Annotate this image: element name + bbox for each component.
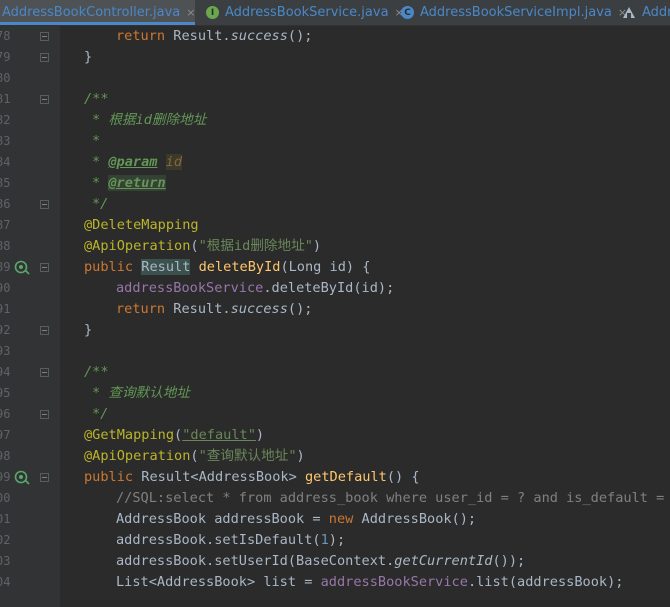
line-number: 97 [0,428,11,442]
line-number: 00 [0,491,11,505]
fold-icon[interactable] [40,473,49,482]
line-number: 98 [0,449,11,463]
line-number: 79 [0,50,11,64]
code-line: * @return [92,175,166,191]
line-number: 02 [0,533,11,547]
line-number: 95 [0,386,11,400]
interface-icon: I [206,6,219,19]
code-line: */ [92,196,109,212]
line-number: 88 [0,239,11,253]
tab-address-partial[interactable]: Addr [614,0,670,25]
class-icon: C [401,6,414,19]
line-number: 90 [0,281,11,295]
line-number: 87 [0,218,11,232]
line-number: 91 [0,302,11,316]
tab-label: Addr [642,5,670,20]
code-line: @ApiOperation("查询默认地址") [84,448,305,464]
line-number: 94 [0,365,11,379]
fold-icon[interactable] [40,410,49,419]
line-number: 03 [0,554,11,568]
line-number: 86 [0,197,11,211]
tab-address-book-controller[interactable]: AddressBookController.java × [0,0,195,25]
line-number: 01 [0,512,11,526]
code-line: /** [84,91,109,107]
code-line: //SQL:select * from address_book where u… [116,490,670,506]
editor-tab-bar: AddressBookController.java × I AddressBo… [0,0,670,26]
app-icon [622,6,636,19]
line-number: 04 [0,575,11,589]
tab-label: AddressBookController.java [2,5,181,20]
code-line: addressBook.setUserId(BaseContext.getCur… [116,553,526,569]
code-line: * @param id [92,154,183,170]
code-line: public Result<AddressBook> getDefault() … [84,469,420,485]
code-line: @DeleteMapping [84,217,199,233]
line-number: 96 [0,407,11,421]
line-number: 84 [0,155,11,169]
line-number: 89 [0,260,11,274]
code-line: public Result deleteById(Long id) { [84,259,371,275]
code-line: } [84,49,93,65]
line-number: 85 [0,176,11,190]
code-line: @ApiOperation("根据id删除地址") [84,238,322,254]
tab-label: AddressBookServiceImpl.java [420,5,612,20]
line-number: 82 [0,113,11,127]
tab-address-book-service[interactable]: I AddressBookService.java × [198,0,404,25]
line-number: 80 [0,71,11,85]
line-number: 93 [0,344,11,358]
fold-icon[interactable] [40,53,49,62]
close-icon[interactable]: × [186,6,195,19]
tab-label: AddressBookService.java [225,5,389,20]
line-number: 83 [0,134,11,148]
code-line: AddressBook addressBook = new AddressBoo… [116,511,477,527]
code-line: return Result.success(); [116,301,313,317]
fold-icon[interactable] [40,263,49,272]
endpoint-icon[interactable] [14,469,30,485]
code-line: } [84,322,93,338]
line-number: 81 [0,92,11,106]
line-number: 78 [0,29,11,43]
code-line: @GetMapping("default") [84,427,265,443]
tab-address-book-service-impl[interactable]: C AddressBookServiceImpl.java × [393,0,627,25]
code-line: * 查询默认地址 [92,385,190,401]
fold-icon[interactable] [40,200,49,209]
code-line: addressBook.setIsDefault(1); [116,532,346,548]
fold-icon[interactable] [40,368,49,377]
fold-icon[interactable] [40,95,49,104]
code-line: /** [84,364,109,380]
fold-icon[interactable] [40,32,49,41]
code-line: */ [92,406,109,422]
code-line: * 根据id删除地址 [92,112,207,128]
code-editor[interactable]: return Result.success(); } /** * 根据id删除地… [60,26,670,607]
line-number: 99 [0,470,11,484]
code-line: return Result.success(); [116,28,313,44]
editor-gutter: 78 79 80 81 82 83 84 85 86 87 88 89 90 9… [0,26,60,607]
code-line: addressBookService.deleteById(id); [116,280,395,296]
endpoint-icon[interactable] [14,259,30,275]
line-number: 92 [0,323,11,337]
code-line: * [92,133,101,149]
code-line: List<AddressBook> list = addressBookServ… [116,574,624,590]
fold-icon[interactable] [40,326,49,335]
